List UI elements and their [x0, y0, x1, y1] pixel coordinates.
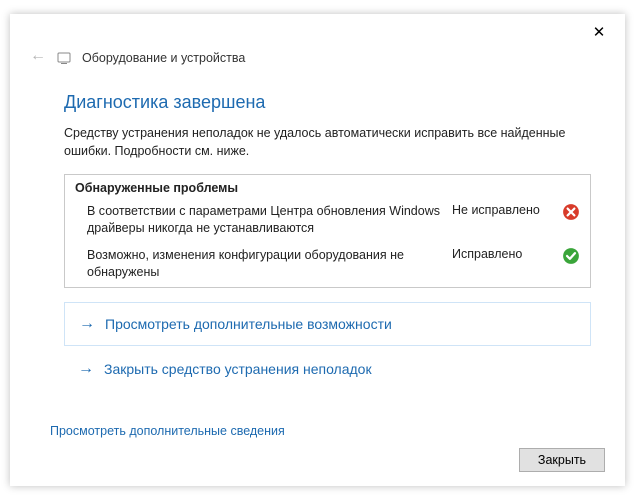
problem-status: Исправлено — [452, 247, 552, 261]
back-arrow-icon[interactable]: ← — [30, 47, 46, 65]
close-troubleshooter-button[interactable]: → Закрыть средство устранения неполадок — [64, 360, 591, 378]
ok-icon — [562, 247, 580, 265]
close-icon[interactable]: ✕ — [583, 18, 615, 46]
header: ← Оборудование и устройства — [10, 50, 625, 70]
error-icon — [562, 203, 580, 221]
page-title: Диагностика завершена — [64, 92, 591, 113]
hardware-icon — [56, 50, 72, 66]
explore-options-button[interactable]: → Просмотреть дополнительные возможности — [64, 302, 591, 346]
header-title: Оборудование и устройства — [82, 51, 245, 65]
problem-status: Не исправлено — [452, 203, 552, 217]
subtitle: Средству устранения неполадок не удалось… — [64, 125, 591, 160]
problem-text: В соответствии с параметрами Центра обно… — [87, 203, 442, 237]
footer: Закрыть — [10, 438, 625, 486]
troubleshooter-window: ✕ ← Оборудование и устройства Диагностик… — [0, 0, 635, 504]
window-frame: ✕ ← Оборудование и устройства Диагностик… — [10, 14, 625, 486]
problem-row: Возможно, изменения конфигурации оборудо… — [65, 243, 590, 287]
close-button[interactable]: Закрыть — [519, 448, 605, 472]
arrow-right-icon: → — [78, 360, 94, 378]
problem-text: Возможно, изменения конфигурации оборудо… — [87, 247, 442, 281]
arrow-right-icon: → — [79, 315, 95, 333]
problem-row: В соответствии с параметрами Центра обно… — [65, 199, 590, 243]
problems-header: Обнаруженные проблемы — [65, 175, 590, 199]
explore-options-label: Просмотреть дополнительные возможности — [105, 316, 392, 332]
titlebar: ✕ — [10, 14, 625, 50]
details-link-row: Просмотреть дополнительные сведения — [10, 406, 625, 438]
problems-box: Обнаруженные проблемы В соответствии с п… — [64, 174, 591, 288]
content-area: Диагностика завершена Средству устранени… — [10, 70, 625, 406]
details-link[interactable]: Просмотреть дополнительные сведения — [50, 424, 285, 438]
close-troubleshooter-label: Закрыть средство устранения неполадок — [104, 361, 372, 377]
